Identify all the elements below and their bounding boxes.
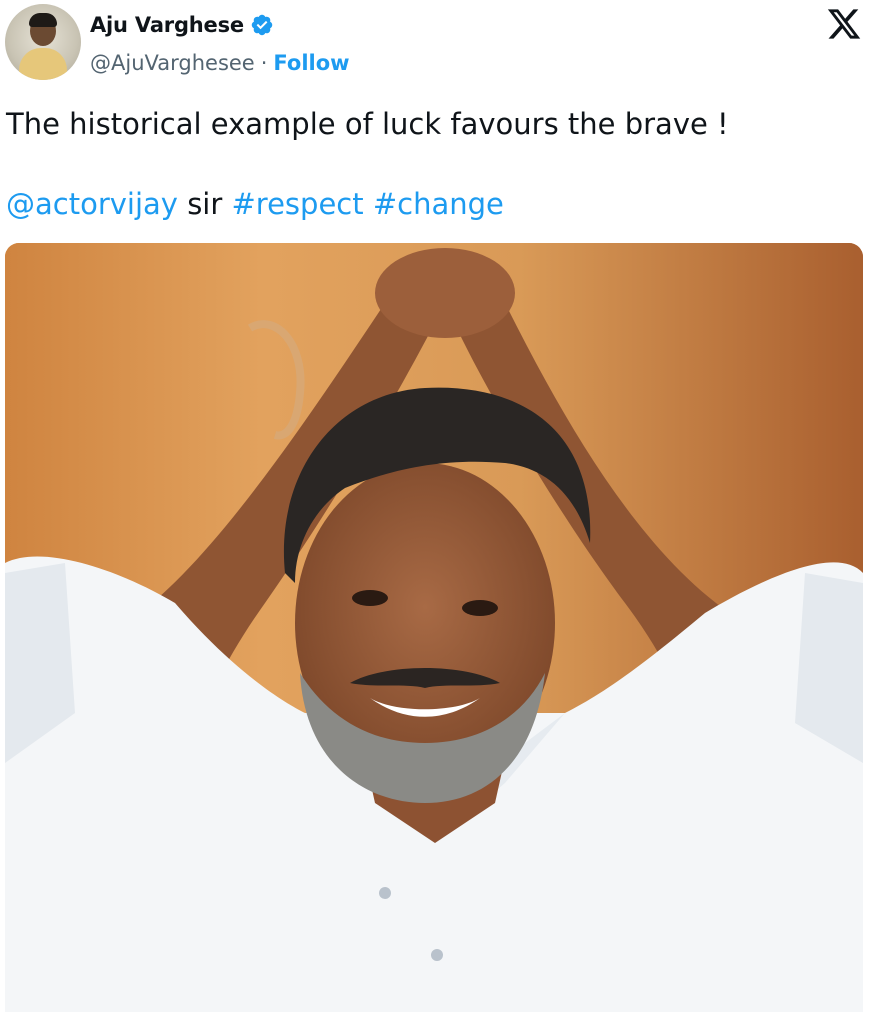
avatar[interactable] [5,4,81,80]
hashtag-respect[interactable]: #respect [232,187,364,221]
author-name[interactable]: Aju Varghese [90,13,244,37]
mention-link[interactable]: @actorvijay [6,187,178,221]
hashtag-change[interactable]: #change [373,187,504,221]
author-handle[interactable]: @AjuVarghesee [90,51,255,75]
follow-button[interactable]: Follow [273,51,349,75]
x-logo-icon[interactable] [825,6,863,42]
tweet-photo[interactable] [5,243,863,1012]
tweet-text: The historical example of luck favours t… [6,107,729,141]
photo-illustration [5,243,863,1012]
tweet-tags: @actorvijay sir #respect #change [6,184,504,224]
tweet-word: sir [187,187,223,221]
separator-dot: · [260,51,268,75]
author-handle-row: @AjuVarghesee · Follow [90,48,350,78]
verified-badge-icon [251,14,273,36]
author-name-row: Aju Varghese [90,10,274,40]
